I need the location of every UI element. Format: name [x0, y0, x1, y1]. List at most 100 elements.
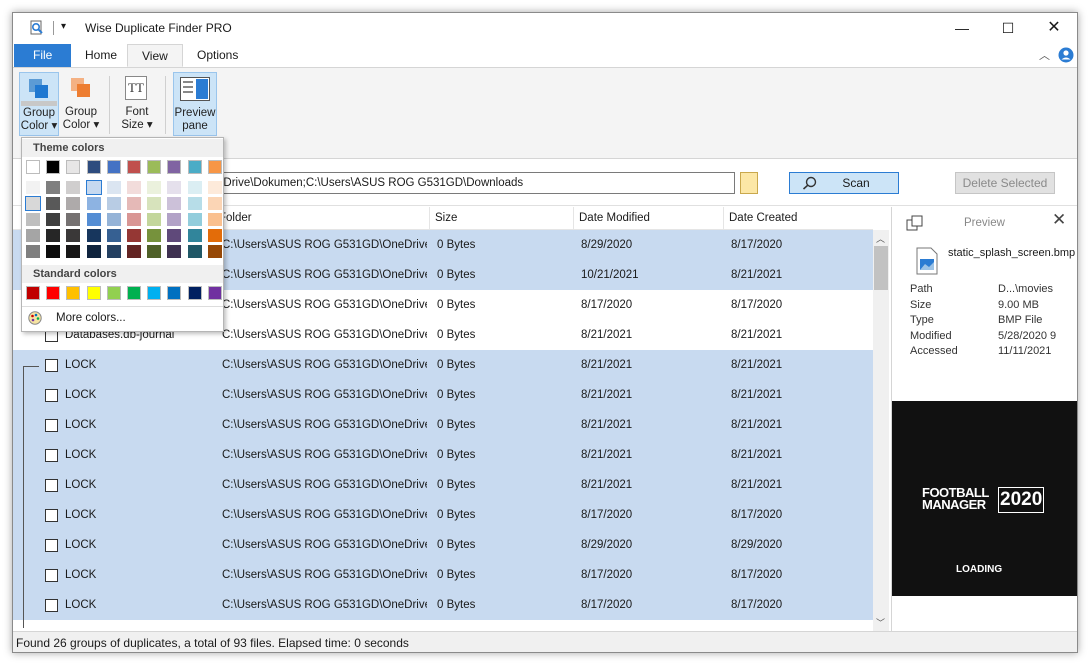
- table-row[interactable]: LOCK C:\Users\ASUS ROG G531GD\OneDrive...…: [13, 380, 873, 410]
- theme-shade-swatch[interactable]: [66, 181, 81, 194]
- standard-color-swatch[interactable]: [26, 286, 40, 300]
- close-preview-icon[interactable]: ✕: [1052, 210, 1066, 230]
- tab-home[interactable]: Home: [71, 44, 131, 67]
- theme-shade-swatch[interactable]: [46, 197, 61, 210]
- theme-shade-swatch[interactable]: [46, 245, 61, 258]
- standard-color-swatch[interactable]: [147, 286, 162, 300]
- theme-color-swatch[interactable]: [207, 160, 222, 174]
- theme-shade-swatch[interactable]: [86, 229, 101, 242]
- theme-shade-swatch[interactable]: [167, 213, 182, 226]
- theme-shade-swatch[interactable]: [26, 181, 40, 194]
- theme-shade-swatch[interactable]: [26, 213, 40, 226]
- theme-color-swatch[interactable]: [127, 160, 141, 174]
- theme-shade-swatch[interactable]: [167, 181, 182, 194]
- table-row[interactable]: LOCK C:\Users\ASUS ROG G531GD\OneDrive...…: [13, 500, 873, 530]
- theme-color-swatch[interactable]: [46, 160, 61, 174]
- theme-shade-swatch[interactable]: [85, 180, 102, 195]
- column-header-folder[interactable]: Folder: [213, 207, 429, 230]
- theme-color-swatch[interactable]: [86, 160, 101, 174]
- table-row[interactable]: LOCK C:\Users\ASUS ROG G531GD\OneDrive...…: [13, 590, 873, 620]
- preview-pane-button[interactable]: Preview pane: [173, 72, 217, 136]
- maximize-button[interactable]: ☐: [985, 13, 1031, 43]
- account-icon[interactable]: [1058, 47, 1074, 63]
- row-checkbox[interactable]: [45, 359, 58, 372]
- group-color-button[interactable]: Group Color ▾: [19, 72, 59, 136]
- theme-shade-swatch[interactable]: [187, 181, 202, 194]
- theme-shade-swatch[interactable]: [187, 197, 202, 210]
- theme-shade-swatch[interactable]: [106, 213, 121, 226]
- tab-file[interactable]: File: [14, 44, 72, 67]
- theme-shade-swatch[interactable]: [106, 197, 121, 210]
- theme-shade-swatch[interactable]: [127, 181, 141, 194]
- table-row[interactable]: LOCK C:\Users\ASUS ROG G531GD\OneDrive...…: [13, 470, 873, 500]
- table-row[interactable]: LOCK C:\Users\ASUS ROG G531GD\OneDrive...…: [13, 440, 873, 470]
- theme-shade-swatch[interactable]: [46, 213, 61, 226]
- theme-shade-swatch[interactable]: [127, 197, 141, 210]
- theme-color-swatch[interactable]: [167, 160, 182, 174]
- standard-color-swatch[interactable]: [46, 286, 61, 300]
- theme-shade-swatch[interactable]: [106, 245, 121, 258]
- table-row[interactable]: LOCK C:\Users\ASUS ROG G531GD\OneDrive...…: [13, 530, 873, 560]
- table-row[interactable]: LOCK C:\Users\ASUS ROG G531GD\OneDrive...…: [13, 350, 873, 380]
- standard-color-swatch[interactable]: [207, 286, 222, 300]
- close-button[interactable]: ✕: [1031, 13, 1077, 43]
- collapse-ribbon-icon[interactable]: ︿: [1039, 47, 1050, 63]
- scrollbar-thumb[interactable]: [874, 246, 888, 290]
- theme-color-swatch[interactable]: [26, 160, 40, 174]
- theme-shade-swatch[interactable]: [46, 181, 61, 194]
- standard-color-swatch[interactable]: [127, 286, 141, 300]
- customize-quick-access-icon[interactable]: ▾: [61, 21, 66, 32]
- theme-shade-swatch[interactable]: [25, 196, 41, 211]
- row-checkbox[interactable]: [45, 539, 58, 552]
- tab-options[interactable]: Options: [183, 44, 252, 67]
- vertical-scrollbar[interactable]: ︿ ﹀: [873, 230, 889, 631]
- theme-color-swatch[interactable]: [106, 160, 121, 174]
- detach-preview-icon[interactable]: [906, 215, 924, 231]
- column-header-date-created[interactable]: Date Created: [723, 207, 873, 230]
- theme-shade-swatch[interactable]: [207, 229, 222, 242]
- more-colors-link[interactable]: More colors...: [56, 312, 126, 324]
- standard-color-swatch[interactable]: [167, 286, 182, 300]
- theme-shade-swatch[interactable]: [147, 213, 162, 226]
- theme-shade-swatch[interactable]: [66, 245, 81, 258]
- table-row[interactable]: LOCK C:\Users\ASUS ROG G531GD\OneDrive...…: [13, 410, 873, 440]
- theme-shade-swatch[interactable]: [207, 181, 222, 194]
- theme-shade-swatch[interactable]: [106, 181, 121, 194]
- scroll-down-icon[interactable]: ﹀: [876, 616, 885, 629]
- theme-shade-swatch[interactable]: [187, 213, 202, 226]
- row-checkbox[interactable]: [45, 389, 58, 402]
- theme-shade-swatch[interactable]: [207, 213, 222, 226]
- row-checkbox[interactable]: [45, 509, 58, 522]
- table-row[interactable]: LOCK C:\Users\ASUS ROG G531GD\OneDrive...…: [13, 560, 873, 590]
- theme-shade-swatch[interactable]: [167, 229, 182, 242]
- theme-shade-swatch[interactable]: [66, 197, 81, 210]
- scan-button[interactable]: Scan: [789, 172, 899, 194]
- theme-shade-swatch[interactable]: [66, 229, 81, 242]
- font-size-button[interactable]: TT Font Size ▾: [117, 72, 157, 136]
- theme-shade-swatch[interactable]: [207, 197, 222, 210]
- theme-shade-swatch[interactable]: [147, 181, 162, 194]
- standard-color-swatch[interactable]: [106, 286, 121, 300]
- theme-shade-swatch[interactable]: [86, 213, 101, 226]
- theme-shade-swatch[interactable]: [147, 245, 162, 258]
- theme-shade-swatch[interactable]: [167, 197, 182, 210]
- row-checkbox[interactable]: [45, 419, 58, 432]
- theme-shade-swatch[interactable]: [26, 229, 40, 242]
- theme-shade-swatch[interactable]: [127, 229, 141, 242]
- tab-view[interactable]: View: [127, 44, 183, 67]
- standard-color-swatch[interactable]: [66, 286, 81, 300]
- scroll-up-icon[interactable]: ︿: [876, 232, 885, 245]
- theme-shade-swatch[interactable]: [187, 229, 202, 242]
- theme-color-swatch[interactable]: [187, 160, 202, 174]
- theme-shade-swatch[interactable]: [127, 245, 141, 258]
- theme-color-swatch[interactable]: [66, 160, 81, 174]
- group-font-color-button[interactable]: Group Color ▾: [61, 72, 101, 136]
- browse-folder-button[interactable]: [740, 172, 758, 194]
- theme-shade-swatch[interactable]: [147, 197, 162, 210]
- theme-shade-swatch[interactable]: [106, 229, 121, 242]
- theme-shade-swatch[interactable]: [26, 245, 40, 258]
- theme-shade-swatch[interactable]: [86, 197, 101, 210]
- delete-selected-button[interactable]: Delete Selected: [955, 172, 1055, 194]
- theme-shade-swatch[interactable]: [207, 245, 222, 258]
- minimize-button[interactable]: —: [939, 13, 985, 43]
